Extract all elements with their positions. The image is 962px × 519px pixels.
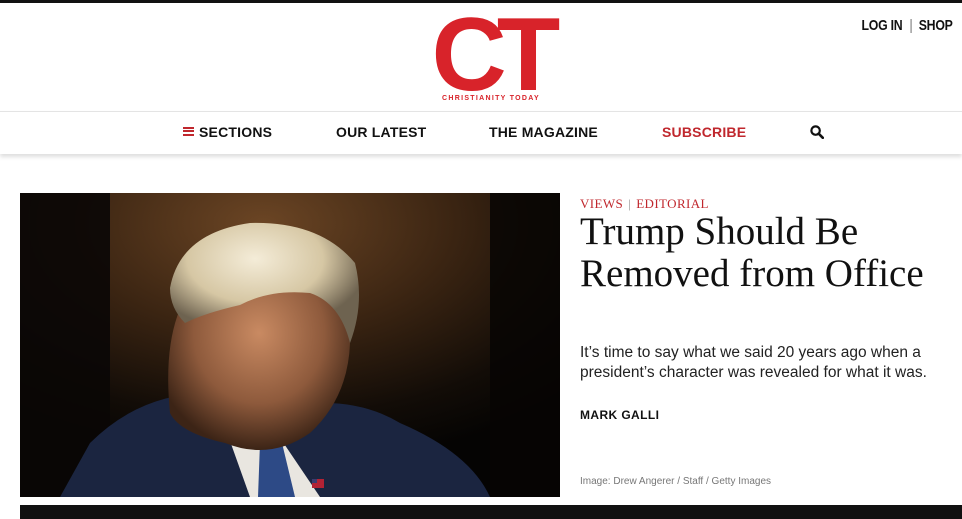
login-link[interactable]: LOG IN bbox=[862, 17, 903, 34]
logo-mark: CT bbox=[431, 0, 561, 113]
hero-image[interactable] bbox=[20, 193, 560, 497]
kicker-views[interactable]: VIEWS bbox=[580, 196, 623, 211]
nav-the-magazine[interactable]: THE MAGAZINE bbox=[489, 124, 598, 140]
image-credit: Image: Drew Angerer / Staff / Getty Imag… bbox=[580, 476, 772, 487]
article-byline[interactable]: MARK GALLI bbox=[580, 408, 659, 422]
nav-sections[interactable]: SECTIONS bbox=[183, 124, 272, 140]
nav-subscribe[interactable]: SUBSCRIBE bbox=[662, 124, 746, 140]
kicker-separator: | bbox=[628, 196, 632, 211]
main-nav: SECTIONS OUR LATEST THE MAGAZINE SUBSCRI… bbox=[0, 111, 962, 154]
nav-sections-label: SECTIONS bbox=[199, 124, 273, 140]
article-dek: It’s time to say what we said 20 years a… bbox=[580, 344, 927, 381]
section-divider-bar bbox=[20, 505, 962, 519]
hamburger-menu-icon bbox=[183, 126, 194, 136]
logo-tagline: CHRISTIANITY TODAY bbox=[442, 95, 540, 102]
christianity-today-logo[interactable]: CT CHRISTIANITY TODAY bbox=[413, 3, 569, 107]
account-links: LOG IN | SHOP bbox=[857, 17, 956, 34]
site-header: CT CHRISTIANITY TODAY LOG IN | SHOP bbox=[0, 3, 962, 111]
article-headline[interactable]: Trump Should Be Removed from Office bbox=[580, 211, 950, 295]
kicker-editorial[interactable]: EDITORIAL bbox=[636, 196, 709, 211]
search-icon[interactable] bbox=[810, 125, 825, 140]
shop-link[interactable]: SHOP bbox=[918, 17, 952, 34]
account-separator: | bbox=[909, 17, 913, 34]
nav-our-latest[interactable]: OUR LATEST bbox=[336, 124, 426, 140]
